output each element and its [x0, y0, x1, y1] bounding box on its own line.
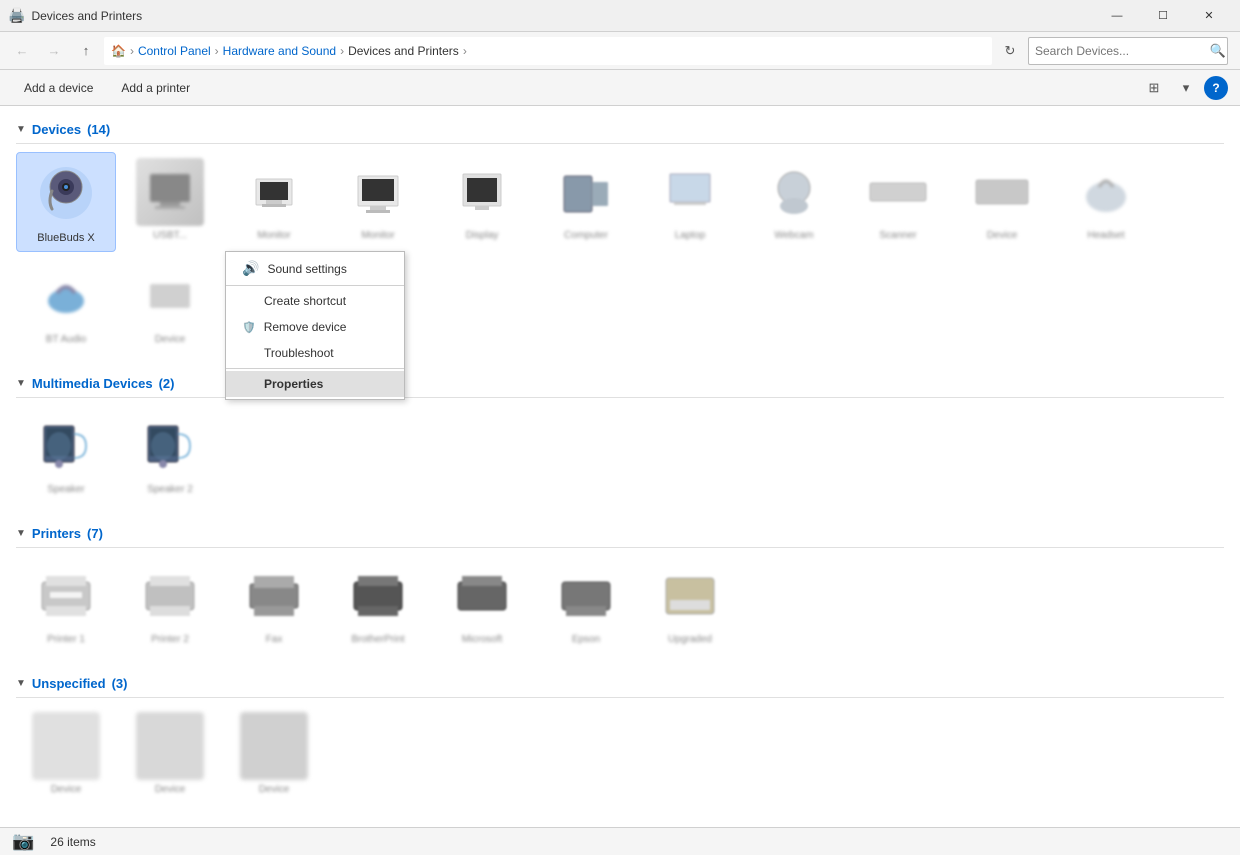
breadcrumb-current: Devices and Printers — [348, 44, 459, 58]
device-placeholder-8[interactable]: Webcam — [744, 152, 844, 252]
window-controls: — ☐ ✕ — [1094, 0, 1232, 32]
help-button[interactable]: ? — [1204, 76, 1228, 100]
device-placeholder-7[interactable]: Laptop — [640, 152, 740, 252]
address-bar: ← → ↑ 🏠 › Control Panel › Hardware and S… — [0, 32, 1240, 70]
devices-grid: BlueBuds X USBT... Monitor — [16, 152, 1224, 352]
unspecified-count: (3) — [112, 676, 128, 691]
device-placeholder-13[interactable]: Device — [120, 256, 220, 352]
search-input[interactable] — [1028, 37, 1228, 65]
app-icon: 🖨️ — [8, 7, 25, 24]
context-troubleshoot[interactable]: Troubleshoot — [226, 340, 404, 366]
unspecified-chevron: ▼ — [16, 678, 26, 689]
title-bar: 🖨️ Devices and Printers — ☐ ✕ — [0, 0, 1240, 32]
multimedia-count: (2) — [159, 376, 175, 391]
devices-label: Devices — [32, 122, 81, 137]
printers-grid: Printer 1 Printer 2 Fax — [16, 556, 1224, 652]
multimedia-label: Multimedia Devices — [32, 376, 153, 391]
printers-section-header[interactable]: ▼ Printers (7) — [16, 518, 1224, 548]
printer-4[interactable]: BrotherPrint — [328, 556, 428, 652]
device-placeholder-5[interactable]: Display — [432, 152, 532, 252]
unspecified-label: Unspecified — [32, 676, 106, 691]
devices-chevron: ▼ — [16, 124, 26, 135]
device-bluebuds[interactable]: BlueBuds X — [16, 152, 116, 252]
main-content: ▼ Devices (14) BlueBuds X — [0, 106, 1240, 827]
view-toggle-button[interactable]: ⊞ — [1140, 74, 1168, 102]
breadcrumb: 🏠 › Control Panel › Hardware and Sound ›… — [104, 37, 992, 65]
devices-count: (14) — [87, 122, 110, 137]
status-icon: 📷 — [12, 831, 34, 852]
forward-button[interactable]: → — [40, 37, 68, 65]
context-create-shortcut[interactable]: Create shortcut — [226, 288, 404, 314]
multimedia-device-2[interactable]: Speaker 2 — [120, 406, 220, 502]
context-remove-device[interactable]: 🛡️ Remove device — [226, 314, 404, 340]
context-properties[interactable]: Properties — [226, 371, 404, 397]
device-placeholder-3[interactable]: Monitor — [224, 152, 324, 252]
printer-3[interactable]: Fax — [224, 556, 324, 652]
breadcrumb-hardware-sound[interactable]: Hardware and Sound — [223, 44, 336, 58]
shield-icon: 🛡️ — [242, 321, 256, 334]
content-area: ▼ Devices (14) BlueBuds X — [0, 106, 1240, 827]
multimedia-grid: Speaker Speaker 2 — [16, 406, 1224, 502]
item-count: 26 items — [50, 835, 95, 849]
devices-section-header[interactable]: ▼ Devices (14) — [16, 114, 1224, 144]
bluebuds-name: BlueBuds X — [37, 231, 94, 245]
multimedia-chevron: ▼ — [16, 378, 26, 389]
context-sep-1 — [226, 285, 404, 286]
breadcrumb-control-panel[interactable]: Control Panel — [138, 44, 211, 58]
back-button[interactable]: ← — [8, 37, 36, 65]
speaker-icon: 🔊 — [242, 260, 259, 277]
printer-5[interactable]: Microsoft — [432, 556, 532, 652]
minimize-button[interactable]: — — [1094, 0, 1140, 32]
unspecified-1[interactable]: Device — [16, 706, 116, 802]
bluebuds-icon — [32, 159, 100, 227]
device-placeholder-12[interactable]: BT Audio — [16, 256, 116, 352]
toolbar: Add a device Add a printer ⊞ ▾ ? — [0, 70, 1240, 106]
printer-6[interactable]: Epson — [536, 556, 636, 652]
context-sep-2 — [226, 368, 404, 369]
close-button[interactable]: ✕ — [1186, 0, 1232, 32]
maximize-button[interactable]: ☐ — [1140, 0, 1186, 32]
printer-1[interactable]: Printer 1 — [16, 556, 116, 652]
context-sound-settings[interactable]: 🔊 Sound settings — [226, 254, 404, 283]
device-placeholder-10[interactable]: Device — [952, 152, 1052, 252]
window-title: Devices and Printers — [31, 9, 142, 23]
printers-label: Printers — [32, 526, 81, 541]
printer-7[interactable]: Upgraded — [640, 556, 740, 652]
search-button[interactable]: 🔍 — [1204, 37, 1232, 65]
multimedia-section-header[interactable]: ▼ Multimedia Devices (2) — [16, 368, 1224, 398]
status-bar: 📷 26 items — [0, 827, 1240, 855]
add-printer-button[interactable]: Add a printer — [109, 74, 202, 102]
device-placeholder-2[interactable]: USBT... — [120, 152, 220, 252]
unspecified-grid: Device Device Device — [16, 706, 1224, 802]
printer-2[interactable]: Printer 2 — [120, 556, 220, 652]
printers-count: (7) — [87, 526, 103, 541]
device-placeholder-4[interactable]: Monitor — [328, 152, 428, 252]
device-placeholder-9[interactable]: Scanner — [848, 152, 948, 252]
add-device-button[interactable]: Add a device — [12, 74, 105, 102]
context-menu: 🔊 Sound settings Create shortcut 🛡️ Remo… — [225, 251, 405, 400]
device-placeholder-11[interactable]: Headset — [1056, 152, 1156, 252]
view-dropdown-button[interactable]: ▾ — [1172, 74, 1200, 102]
up-button[interactable]: ↑ — [72, 37, 100, 65]
unspecified-2[interactable]: Device — [120, 706, 220, 802]
device-placeholder-6[interactable]: Computer — [536, 152, 636, 252]
printers-chevron: ▼ — [16, 528, 26, 539]
unspecified-section-header[interactable]: ▼ Unspecified (3) — [16, 668, 1224, 698]
refresh-button[interactable]: ↻ — [996, 37, 1024, 65]
breadcrumb-home[interactable]: 🏠 — [111, 44, 126, 58]
unspecified-3[interactable]: Device — [224, 706, 324, 802]
multimedia-device-1[interactable]: Speaker — [16, 406, 116, 502]
